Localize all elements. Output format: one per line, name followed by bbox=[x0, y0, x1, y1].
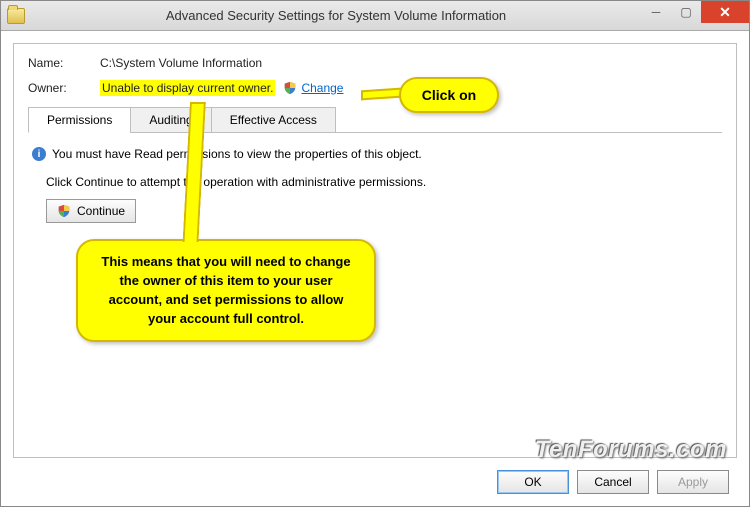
folder-icon bbox=[7, 8, 25, 24]
continue-button[interactable]: Continue bbox=[46, 199, 136, 223]
tab-body: i You must have Read permissions to view… bbox=[28, 133, 722, 237]
tab-effective-access[interactable]: Effective Access bbox=[211, 107, 336, 133]
ok-button[interactable]: OK bbox=[497, 470, 569, 494]
dialog-buttons: OK Cancel Apply bbox=[497, 470, 729, 494]
owner-value: Unable to display current owner. bbox=[100, 80, 275, 96]
annotation-callout-main: This means that you will need to change … bbox=[76, 239, 376, 342]
window-controls: ─ ▢ ✕ bbox=[641, 1, 749, 23]
continue-button-label: Continue bbox=[77, 204, 125, 218]
change-owner-link[interactable]: Change bbox=[283, 81, 343, 95]
maximize-button[interactable]: ▢ bbox=[671, 1, 701, 23]
info-icon: i bbox=[32, 147, 46, 161]
titlebar: Advanced Security Settings for System Vo… bbox=[1, 1, 749, 31]
shield-icon bbox=[283, 81, 297, 95]
continue-hint: Click Continue to attempt the operation … bbox=[46, 175, 718, 189]
shield-icon bbox=[57, 204, 71, 218]
annotation-callout-clickon: Click on bbox=[399, 77, 499, 113]
close-button[interactable]: ✕ bbox=[701, 1, 749, 23]
info-text: You must have Read permissions to view t… bbox=[52, 147, 422, 161]
name-label: Name: bbox=[28, 56, 100, 70]
minimize-button[interactable]: ─ bbox=[641, 1, 671, 23]
info-line: i You must have Read permissions to view… bbox=[32, 147, 718, 161]
owner-label: Owner: bbox=[28, 81, 100, 95]
tab-permissions[interactable]: Permissions bbox=[28, 107, 131, 133]
cancel-button[interactable]: Cancel bbox=[577, 470, 649, 494]
name-row: Name: C:\System Volume Information bbox=[28, 56, 722, 70]
apply-button: Apply bbox=[657, 470, 729, 494]
change-link-text: Change bbox=[301, 81, 343, 95]
name-value: C:\System Volume Information bbox=[100, 56, 262, 70]
tabs: Permissions Auditing Effective Access bbox=[28, 106, 722, 133]
